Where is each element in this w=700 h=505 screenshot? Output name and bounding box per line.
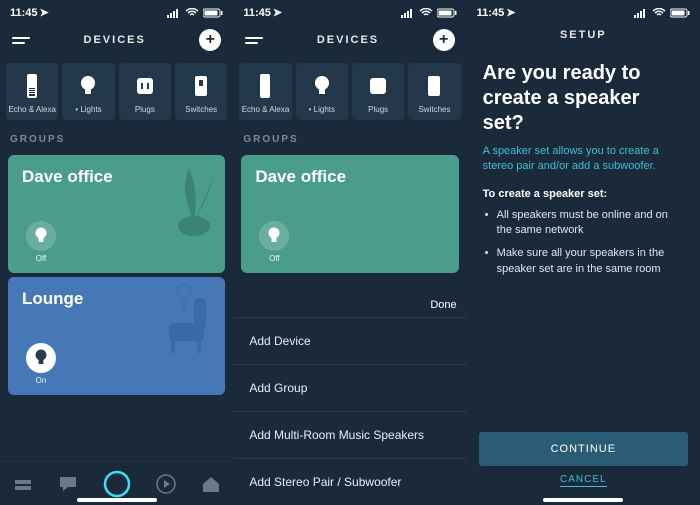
setup-heading: Are you ready to create a speaker set? — [483, 61, 684, 136]
light-toggle[interactable]: Off — [22, 221, 60, 263]
tab-chat[interactable] — [58, 475, 78, 493]
category-label: Switches — [185, 105, 217, 114]
setup-subtitle: A speaker set allows you to create a ste… — [483, 144, 684, 174]
location-icon: ➤ — [506, 6, 515, 19]
cancel-button[interactable]: CANCEL — [560, 474, 607, 487]
category-echo[interactable]: Echo & Alexa — [6, 63, 58, 120]
tab-devices[interactable] — [201, 475, 221, 493]
category-plugs[interactable]: Plugs — [119, 63, 171, 120]
continue-button[interactable]: CONTINUE — [479, 432, 688, 466]
menu-add-stereo[interactable]: Add Stereo Pair / Subwoofer — [233, 458, 466, 505]
clock: 11:45 — [477, 7, 505, 19]
status-icons — [167, 8, 223, 18]
action-sheet: Done Add Device Add Group Add Multi-Room… — [233, 293, 466, 505]
list-item: All speakers must be online and on the s… — [483, 208, 684, 239]
light-state: On — [36, 376, 47, 385]
group-card-lounge[interactable]: Lounge On — [8, 277, 225, 395]
light-toggle[interactable]: On — [22, 343, 60, 385]
menu-add-device[interactable]: Add Device — [233, 317, 466, 364]
header: DEVICES + — [0, 21, 233, 59]
bulb-icon — [26, 343, 56, 373]
location-icon: ➤ — [40, 6, 49, 19]
light-state: Off — [36, 254, 47, 263]
category-lights[interactable]: • Lights — [62, 63, 114, 120]
menu-add-group[interactable]: Add Group — [233, 364, 466, 411]
echo-icon — [21, 73, 43, 99]
done-button[interactable]: Done — [233, 293, 466, 317]
add-button[interactable]: + — [199, 29, 221, 51]
header: SETUP — [467, 21, 700, 49]
clock: 11:45 — [10, 7, 38, 19]
tab-play[interactable] — [156, 474, 176, 494]
category-label: Plugs — [135, 105, 155, 114]
setup-footer: CONTINUE CANCEL — [479, 432, 688, 487]
add-menu-screen: 11:45➤ DEVICES+ Echo & Alexa • Lights Pl… — [233, 0, 466, 505]
chair-icon — [149, 283, 219, 363]
setup-screen: 11:45➤ SETUP Are you ready to create a s… — [467, 0, 700, 505]
list-item: Make sure all your speakers in the speak… — [483, 246, 684, 277]
switch-icon — [190, 73, 212, 99]
page-title: DEVICES — [84, 34, 146, 46]
list-title: To create a speaker set: — [483, 188, 684, 200]
plug-icon — [134, 73, 156, 99]
status-bar: 11:45➤ — [0, 0, 233, 21]
category-switches[interactable]: Switches — [175, 63, 227, 120]
bulb-icon — [77, 73, 99, 99]
plant-icon — [159, 161, 219, 241]
requirements-list: All speakers must be online and on the s… — [483, 208, 684, 278]
status-bar: 11:45➤ — [467, 0, 700, 21]
category-label: Echo & Alexa — [8, 105, 56, 114]
setup-body: Are you ready to create a speaker set? A… — [467, 49, 700, 297]
menu-icon[interactable] — [12, 37, 30, 44]
bulb-icon — [26, 221, 56, 251]
devices-screen: 11:45➤ DEVICES + Echo & Alexa • Lights P… — [0, 0, 233, 505]
group-card-office[interactable]: Dave office Off — [8, 155, 225, 273]
tab-home[interactable] — [13, 476, 33, 492]
groups-label: GROUPS — [0, 124, 233, 151]
home-indicator[interactable] — [543, 498, 623, 502]
page-title: SETUP — [560, 29, 607, 41]
device-categories: Echo & Alexa • Lights Plugs Switches — [0, 59, 233, 124]
category-label: • Lights — [75, 105, 101, 114]
status-icons — [634, 8, 690, 18]
menu-add-multiroom[interactable]: Add Multi-Room Music Speakers — [233, 411, 466, 458]
tab-alexa[interactable] — [103, 470, 131, 498]
home-indicator[interactable] — [77, 498, 157, 502]
